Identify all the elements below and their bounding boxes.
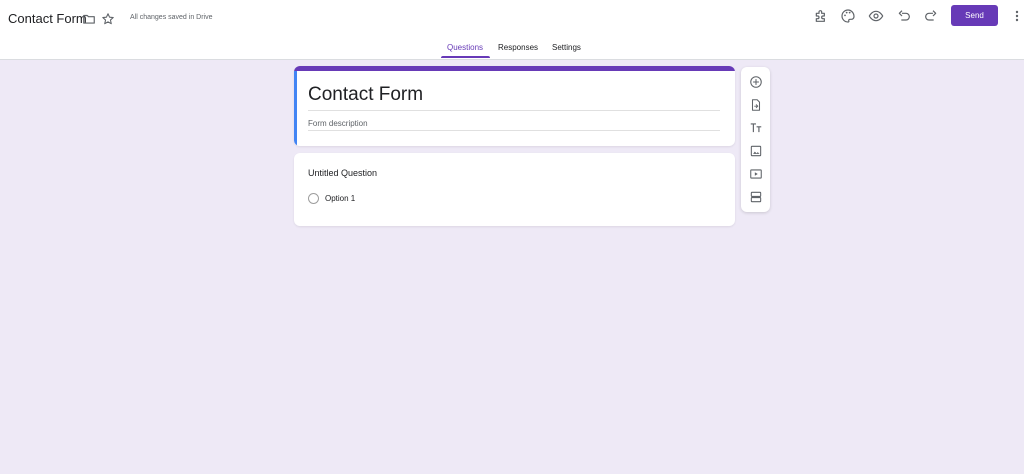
form-description-field[interactable]: Form description [308,119,368,128]
focus-indicator-stripe [294,71,297,146]
header-accent-stripe [294,66,735,71]
doc-title[interactable]: Contact Form [8,11,87,26]
active-tab-indicator [441,56,490,58]
add-section-icon[interactable] [747,188,764,205]
folder-icon[interactable] [81,11,97,27]
form-title[interactable]: Contact Form [308,84,423,106]
redo-icon[interactable] [922,7,940,25]
eye-icon[interactable] [867,7,885,25]
option-label[interactable]: Option 1 [325,194,355,203]
import-questions-icon[interactable] [747,96,764,113]
form-header-card[interactable] [294,66,735,146]
save-status: All changes saved in Drive [130,14,213,21]
more-vert-icon[interactable] [1008,7,1024,25]
tab-settings[interactable]: Settings [552,43,581,52]
add-title-icon[interactable] [747,119,764,136]
add-video-icon[interactable] [747,165,764,182]
title-underline [308,110,720,111]
palette-icon[interactable] [839,7,857,25]
question-card[interactable] [294,153,735,226]
send-button[interactable]: Send [951,5,998,26]
description-underline [308,130,720,131]
question-title[interactable]: Untitled Question [308,168,377,178]
tab-questions[interactable]: Questions [447,43,483,52]
add-question-icon[interactable] [747,73,764,90]
top-bar: Contact Form All changes saved in Drive … [0,0,1024,60]
tab-bar: Questions Responses Settings [0,38,1024,60]
puzzle-icon[interactable] [812,7,830,25]
add-image-icon[interactable] [747,142,764,159]
undo-icon[interactable] [895,7,913,25]
tab-responses[interactable]: Responses [498,43,538,52]
star-icon[interactable] [100,11,116,27]
option-radio[interactable] [308,193,319,204]
